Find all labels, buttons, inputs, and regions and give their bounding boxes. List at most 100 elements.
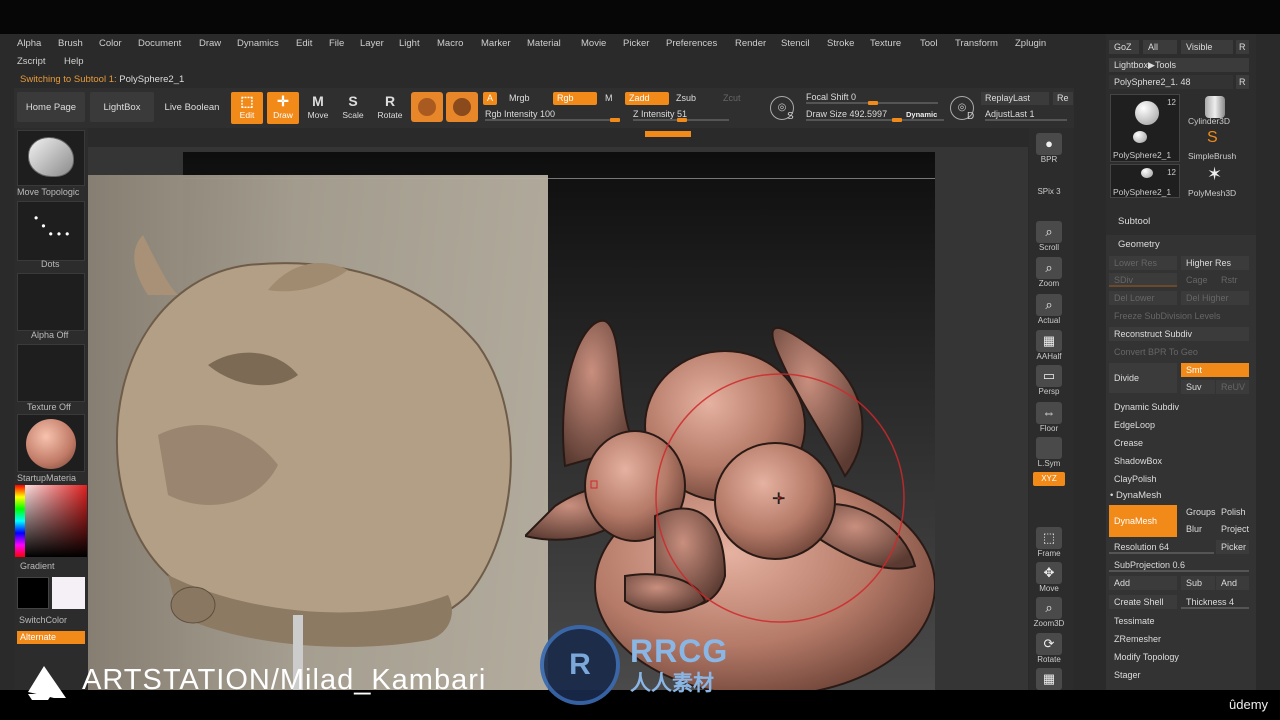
- goz-visible-button[interactable]: Visible: [1181, 40, 1233, 54]
- shelf-zoom[interactable]: ⌕ Zoom: [1033, 257, 1065, 288]
- menu-picker[interactable]: Picker: [623, 38, 649, 49]
- shelf-scroll[interactable]: ⌕ Scroll: [1033, 221, 1065, 252]
- rgb-toggle[interactable]: Rgb: [553, 92, 597, 105]
- reuv-button[interactable]: ReUV: [1216, 380, 1249, 394]
- shelf-scroll-indicator[interactable]: [645, 131, 691, 137]
- menu-layer[interactable]: Layer: [360, 38, 384, 49]
- convert-bpr-button[interactable]: Convert BPR To Geo: [1109, 345, 1249, 359]
- dynamic-toggle[interactable]: Dynamic: [906, 110, 937, 119]
- project-toggle[interactable]: Project: [1216, 522, 1252, 536]
- menu-macro[interactable]: Macro: [437, 38, 463, 49]
- secondary-color-swatch[interactable]: [52, 577, 85, 609]
- menu-texture[interactable]: Texture: [870, 38, 901, 49]
- color-mode-button[interactable]: [446, 92, 478, 122]
- zcut-toggle[interactable]: Zcut: [719, 92, 745, 105]
- add-button[interactable]: Add: [1109, 576, 1177, 590]
- suv-toggle[interactable]: Suv: [1181, 380, 1215, 394]
- home-page-button[interactable]: Home Page: [17, 92, 85, 122]
- goz-all-button[interactable]: All: [1143, 40, 1177, 54]
- lower-res-button[interactable]: Lower Res: [1109, 256, 1177, 270]
- subpalette-tessimate[interactable]: Tessimate: [1109, 614, 1249, 628]
- goz-r-button[interactable]: R: [1236, 40, 1249, 54]
- adjust-last-slider[interactable]: AdjustLast 1: [985, 108, 1067, 121]
- stroke-thumbnail[interactable]: • • •••: [17, 201, 85, 261]
- main-color-swatch[interactable]: [17, 577, 49, 609]
- rstr-button[interactable]: Rstr: [1216, 273, 1249, 287]
- z-intensity-slider[interactable]: Z Intensity 51: [633, 108, 729, 122]
- subpalette-crease[interactable]: Crease: [1109, 436, 1249, 450]
- smt-toggle[interactable]: Smt: [1181, 363, 1249, 377]
- shelf-actual[interactable]: ⌕ Actual: [1033, 294, 1065, 325]
- shelf-zoom3d[interactable]: ⌕ Zoom3D: [1033, 597, 1065, 628]
- dynamesh-button[interactable]: DynaMesh: [1109, 505, 1177, 537]
- mrgb-toggle[interactable]: Mrgb: [505, 92, 534, 105]
- subpalette-zremesher[interactable]: ZRemesher: [1109, 632, 1249, 646]
- rgb-intensity-slider[interactable]: Rgb Intensity 100: [485, 108, 620, 122]
- lightbox-tools-button[interactable]: Lightbox▶Tools: [1109, 58, 1249, 72]
- shelf-persp[interactable]: ▭ Persp: [1033, 365, 1065, 396]
- divide-button[interactable]: Divide: [1109, 363, 1177, 393]
- subtool-header[interactable]: Subtool: [1118, 216, 1150, 227]
- freeze-subdiv-button[interactable]: Freeze SubDivision Levels: [1109, 309, 1249, 323]
- texture-thumbnail[interactable]: [17, 344, 85, 402]
- polish-toggle[interactable]: Polish: [1216, 505, 1250, 519]
- reconstruct-subdiv-button[interactable]: Reconstruct Subdiv: [1109, 327, 1249, 341]
- menu-alpha[interactable]: Alpha: [17, 38, 41, 49]
- live-boolean-button[interactable]: Live Boolean: [158, 92, 226, 122]
- menu-edit[interactable]: Edit: [296, 38, 312, 49]
- subpalette-shadowbox[interactable]: ShadowBox: [1109, 454, 1249, 468]
- shelf-move[interactable]: ✥ Move: [1033, 562, 1065, 593]
- resolution-slider[interactable]: Resolution 64: [1109, 540, 1214, 554]
- cage-button[interactable]: Cage: [1181, 273, 1215, 287]
- picker-button[interactable]: Picker: [1216, 540, 1249, 554]
- blur-slider[interactable]: Blur: [1181, 522, 1215, 536]
- menu-render[interactable]: Render: [735, 38, 766, 49]
- current-tool-slider[interactable]: PolySphere2_1. 48: [1109, 75, 1233, 89]
- focal-shift-slider[interactable]: Focal Shift 0: [806, 91, 938, 105]
- alternate-button[interactable]: Alternate: [17, 631, 85, 644]
- zadd-toggle[interactable]: Zadd: [625, 92, 669, 105]
- color-picker[interactable]: [15, 485, 87, 557]
- edit-mode-button[interactable]: ⬚ Edit: [231, 92, 263, 124]
- subpalette-edgeloop[interactable]: EdgeLoop: [1109, 418, 1249, 432]
- alpha-thumbnail[interactable]: [17, 273, 85, 331]
- goz-button[interactable]: GoZ: [1109, 40, 1139, 54]
- hue-strip[interactable]: [15, 485, 25, 557]
- menu-draw[interactable]: Draw: [199, 38, 221, 49]
- del-lower-button[interactable]: Del Lower: [1109, 291, 1177, 305]
- menu-zplugin[interactable]: Zplugin: [1015, 38, 1046, 49]
- zsub-toggle[interactable]: Zsub: [672, 92, 700, 105]
- tool-thumb-cylinder[interactable]: Cylinder3D S SimpleBrush: [1183, 94, 1251, 162]
- thickness-slider[interactable]: Thickness 4: [1181, 595, 1249, 609]
- m-toggle[interactable]: M: [601, 92, 617, 105]
- shelf-xyz[interactable]: XYZ: [1033, 472, 1065, 486]
- menu-movie[interactable]: Movie: [581, 38, 606, 49]
- menu-brush[interactable]: Brush: [58, 38, 83, 49]
- del-higher-button[interactable]: Del Higher: [1181, 291, 1249, 305]
- material-mode-button[interactable]: [411, 92, 443, 122]
- move-mode-button[interactable]: M Move: [302, 92, 334, 124]
- subpalette-stager[interactable]: Stager: [1109, 668, 1249, 682]
- menu-help[interactable]: Help: [64, 56, 84, 67]
- tool-thumb-polysphere-2[interactable]: 12 PolySphere2_1: [1110, 164, 1180, 198]
- tool-thumb-polysphere[interactable]: 12 PolySphere2_1: [1110, 94, 1180, 162]
- shelf-l-sym[interactable]: L.Sym: [1033, 437, 1065, 468]
- subprojection-slider[interactable]: SubProjection 0.6: [1109, 558, 1249, 572]
- current-tool-r-button[interactable]: R: [1236, 75, 1249, 89]
- menu-dynamics[interactable]: Dynamics: [237, 38, 279, 49]
- menu-transform[interactable]: Transform: [955, 38, 998, 49]
- shelf-frame[interactable]: ⬚ Frame: [1033, 527, 1065, 558]
- menu-stencil[interactable]: Stencil: [781, 38, 810, 49]
- brush-thumbnail[interactable]: [17, 130, 85, 186]
- geometry-header[interactable]: Geometry: [1118, 239, 1160, 250]
- material-thumbnail[interactable]: [17, 414, 85, 472]
- draw-mode-button[interactable]: ✛ Draw: [267, 92, 299, 124]
- shelf-bpr[interactable]: ● BPR: [1033, 133, 1065, 164]
- rotate-mode-button[interactable]: R Rotate: [374, 92, 406, 124]
- menu-file[interactable]: File: [329, 38, 344, 49]
- higher-res-button[interactable]: Higher Res: [1181, 256, 1249, 270]
- menu-color[interactable]: Color: [99, 38, 122, 49]
- menu-stroke[interactable]: Stroke: [827, 38, 854, 49]
- sub-button[interactable]: Sub: [1181, 576, 1215, 590]
- menu-marker[interactable]: Marker: [481, 38, 511, 49]
